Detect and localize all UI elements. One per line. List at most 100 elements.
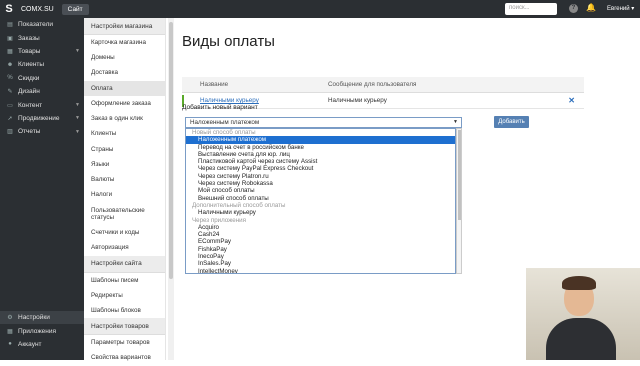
sidebar-item-label: Отчеты [18,128,41,136]
dropdown-option[interactable]: Через систему Platron.ru [186,173,455,180]
scrollbar-thumb[interactable] [169,22,173,279]
content-icon: ▭ [7,102,13,109]
sidebar-bottom-item[interactable]: ▦ Приложения [0,324,84,337]
sidebar-item[interactable]: ▤ Показатели [0,18,84,31]
sidebar-item[interactable]: ▭ Контент ▼ [0,98,84,111]
chevron-down-icon: ▼ [453,119,458,125]
settings-submenu: Настройки магазина Карточка магазина Доме… [84,18,166,361]
top-bar: S COMX.SU Сайт поиск... ? 🔔 Евгений ▾ [0,0,640,18]
help-icon[interactable]: ? [569,4,578,13]
submenu-item[interactable]: Редиректы [84,288,165,303]
dropdown-option[interactable]: Пластиковой картой через систему Assist [186,158,455,165]
bell-icon[interactable]: 🔔 [586,3,596,12]
submenu-item[interactable]: Налоги [84,187,165,202]
dropdown-option[interactable]: Наложенным платежом [186,136,455,144]
delete-icon[interactable]: ✕ [568,96,575,105]
dropdown-option[interactable]: InSales.Pay [186,260,455,267]
reports-icon: ▥ [7,129,13,136]
sidebar-item[interactable]: ✎ Дизайн [0,85,84,98]
submenu-item[interactable]: Шаблоны блоков [84,303,165,318]
dropdown-group-label: Дополнительный способ оплаты [192,201,286,209]
promotion-icon: ➚ [7,115,13,122]
submenu-item[interactable]: Пользовательские статусы [84,203,165,225]
user-menu[interactable]: Евгений ▾ [607,5,634,12]
dropdown-option[interactable]: Внешний способ оплаты [186,195,455,202]
submenu-item[interactable]: Валюты [84,172,165,187]
add-button[interactable]: Добавить [494,116,529,128]
sidebar-item-label: Приложения [18,327,57,335]
table-header: Название Сообщение для пользователя [182,77,584,93]
sidebar-item-label: Настройки [18,314,50,322]
apps-icon: ▦ [7,328,13,335]
dropdown-option[interactable]: Через систему Robokassa [186,180,455,187]
submenu-item[interactable]: Доставка [84,65,165,80]
brand-name[interactable]: COMX.SU [21,6,54,13]
sidebar-item-label: Контент [18,101,43,109]
submenu-item[interactable]: Заказ в один клик [84,111,165,126]
sidebar-item-label: Товары [18,47,41,55]
chevron-down-icon: ▼ [75,102,80,109]
dropdown-option[interactable]: ECommPay [186,238,455,245]
submenu-item[interactable]: Параметры товаров [84,335,165,350]
dropdown-option[interactable]: Перевод на счет в российском банке [186,144,455,151]
sidebar-item-label: Скидки [18,74,40,82]
sidebar-item-label: Аккаунт [18,340,42,348]
page-title: Виды оплаты [182,33,275,50]
sidebar-item[interactable]: ▣ Заказы [0,31,84,44]
submenu-item[interactable]: Свойства вариантов [84,350,165,365]
submenu-item[interactable]: Клиенты [84,126,165,141]
logo-icon[interactable]: S [0,0,18,18]
submenu-item[interactable]: Оформление заказа [84,96,165,111]
dropdown-option[interactable]: InecoPay [186,253,455,260]
sidebar-item-label: Дизайн [18,88,40,96]
dropdown-option[interactable]: IntellectMoney [186,268,455,273]
select-value: Наложенным платежом [190,119,260,126]
dropdown-option[interactable]: FishkaPay [186,246,455,253]
submenu-item[interactable]: Карточка магазина [84,35,165,50]
submenu-item[interactable]: Языки [84,157,165,172]
dropdown-scrollbar-thumb[interactable] [458,130,461,220]
submenu-item[interactable]: Домены [84,50,165,65]
site-button[interactable]: Сайт [61,3,89,15]
gear-icon: ⚙ [7,315,13,322]
submenu-item[interactable]: Страны [84,142,165,157]
dropdown-scrollbar[interactable] [456,128,462,274]
sidebar-item[interactable]: ▥ Отчеты ▼ [0,125,84,138]
sidebar-item-label: Показатели [18,21,53,29]
dropdown-option[interactable]: Выставление счета для юр. лиц [186,151,455,158]
submenu-item[interactable]: Авторизация [84,240,165,255]
sidebar-item-label: Заказы [18,34,40,42]
dropdown-option[interactable]: Cash24 [186,231,455,238]
submenu-item[interactable]: Оплата [84,80,165,96]
sidebar-bottom-item[interactable]: ● Аккаунт [0,338,84,351]
submenu-item[interactable]: Счетчики и коды [84,225,165,240]
add-variant-label: Добавить новый вариант [182,104,258,111]
sidebar-item[interactable]: ▦ Товары ▼ [0,45,84,58]
webcam-person-hair [562,276,596,290]
dropdown-group-label: Новый способ оплаты [192,129,256,136]
chevron-down-icon: ▼ [75,128,80,135]
payment-type-select[interactable]: Наложенным платежом ▼ [185,117,462,128]
dropdown-option[interactable]: Acquiro [186,224,455,231]
sidebar-bottom-item[interactable]: ⚙ Настройки [0,311,84,325]
dropdown-group-label: Через приложения [192,216,246,224]
sidebar-item-label: Клиенты [18,61,45,69]
submenu-scrollbar[interactable] [168,18,174,360]
account-icon: ● [8,341,12,348]
dropdown-option[interactable]: Через систему PayPal Express Checkout [186,165,455,172]
submenu-item[interactable]: Шаблоны писем [84,273,165,288]
submenu-section-store: Настройки магазина [84,18,165,35]
dropdown-option[interactable]: Мой способ оплаты [186,187,455,194]
payment-name-link[interactable]: Наличными курьеру [182,97,324,104]
search-input[interactable]: поиск... [505,3,557,15]
products-icon: ▦ [7,48,13,55]
main-sidebar: ▤ Показатели ▣ Заказы ▦ Товары ▼ ☻ Клиенты % Скидк… [0,18,84,360]
clients-icon: ☻ [6,61,14,68]
orders-icon: ▣ [7,35,13,42]
sidebar-item[interactable]: % Скидки [0,72,84,85]
sidebar-item[interactable]: ☻ Клиенты [0,58,84,71]
payment-type-dropdown: Новый способ оплаты Наложенным платежом Пе… [185,128,456,274]
dropdown-option[interactable]: Наличными курьеру [186,209,455,216]
sidebar-item[interactable]: ➚ Продвижение ▼ [0,112,84,125]
sidebar-item-label: Продвижение [18,114,60,122]
